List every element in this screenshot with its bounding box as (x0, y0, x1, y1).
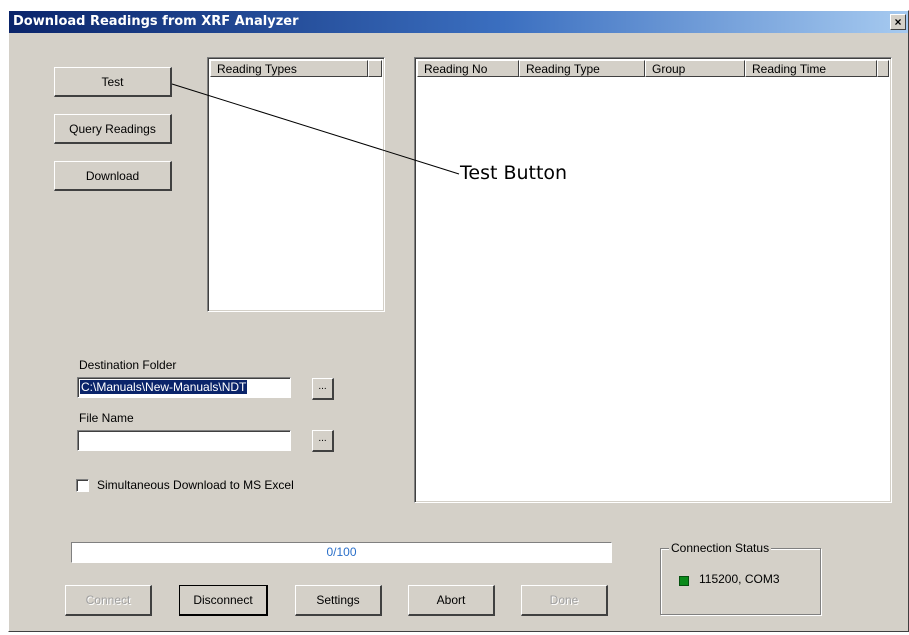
annotation-test-button-label: Test Button (460, 162, 568, 184)
file-name-field[interactable] (77, 430, 291, 451)
reading-types-header[interactable]: Reading Types (210, 60, 368, 77)
connection-indicator-icon (679, 576, 689, 586)
column-header-group[interactable]: Group (645, 60, 745, 77)
destination-folder-value: C:\Manuals\New-Manuals\NDT (80, 380, 248, 394)
settings-button[interactable]: Settings (295, 585, 382, 616)
browse-file-button[interactable]: ... (312, 430, 334, 452)
connect-button[interactable]: Connect (65, 585, 152, 616)
browse-destination-button[interactable]: ... (312, 378, 334, 400)
readings-table[interactable]: Reading No Reading Type Group Reading Ti… (414, 57, 892, 503)
test-button[interactable]: Test (54, 67, 172, 97)
window-title: Download Readings from XRF Analyzer (13, 14, 299, 29)
excel-checkbox[interactable] (76, 479, 89, 492)
reading-types-header-filler (368, 60, 382, 77)
excel-checkbox-label[interactable]: Simultaneous Download to MS Excel (97, 478, 294, 492)
done-button[interactable]: Done (521, 585, 608, 616)
download-button[interactable]: Download (54, 161, 172, 191)
title-bar[interactable]: Download Readings from XRF Analyzer × (9, 11, 908, 33)
column-header-reading-time[interactable]: Reading Time (745, 60, 877, 77)
abort-button[interactable]: Abort (408, 585, 495, 616)
column-header-reading-type[interactable]: Reading Type (519, 60, 645, 77)
destination-folder-label: Destination Folder (79, 358, 177, 372)
file-name-label: File Name (79, 411, 134, 425)
column-header-reading-no[interactable]: Reading No (417, 60, 519, 77)
download-progress-bar: 0/100 (71, 542, 612, 563)
destination-folder-field[interactable]: C:\Manuals\New-Manuals\NDT (77, 377, 291, 398)
progress-text: 0/100 (326, 545, 357, 559)
connection-status-value: 115200, COM3 (699, 572, 780, 586)
reading-types-list[interactable]: Reading Types (207, 57, 385, 312)
query-readings-button[interactable]: Query Readings (54, 114, 172, 144)
disconnect-button[interactable]: Disconnect (179, 585, 268, 616)
column-header-filler (877, 60, 889, 77)
download-readings-window: Download Readings from XRF Analyzer × Te… (8, 10, 909, 632)
connection-status-group: Connection Status 115200, COM3 (660, 541, 821, 615)
close-icon[interactable]: × (890, 14, 906, 30)
connection-status-title: Connection Status (669, 541, 772, 555)
